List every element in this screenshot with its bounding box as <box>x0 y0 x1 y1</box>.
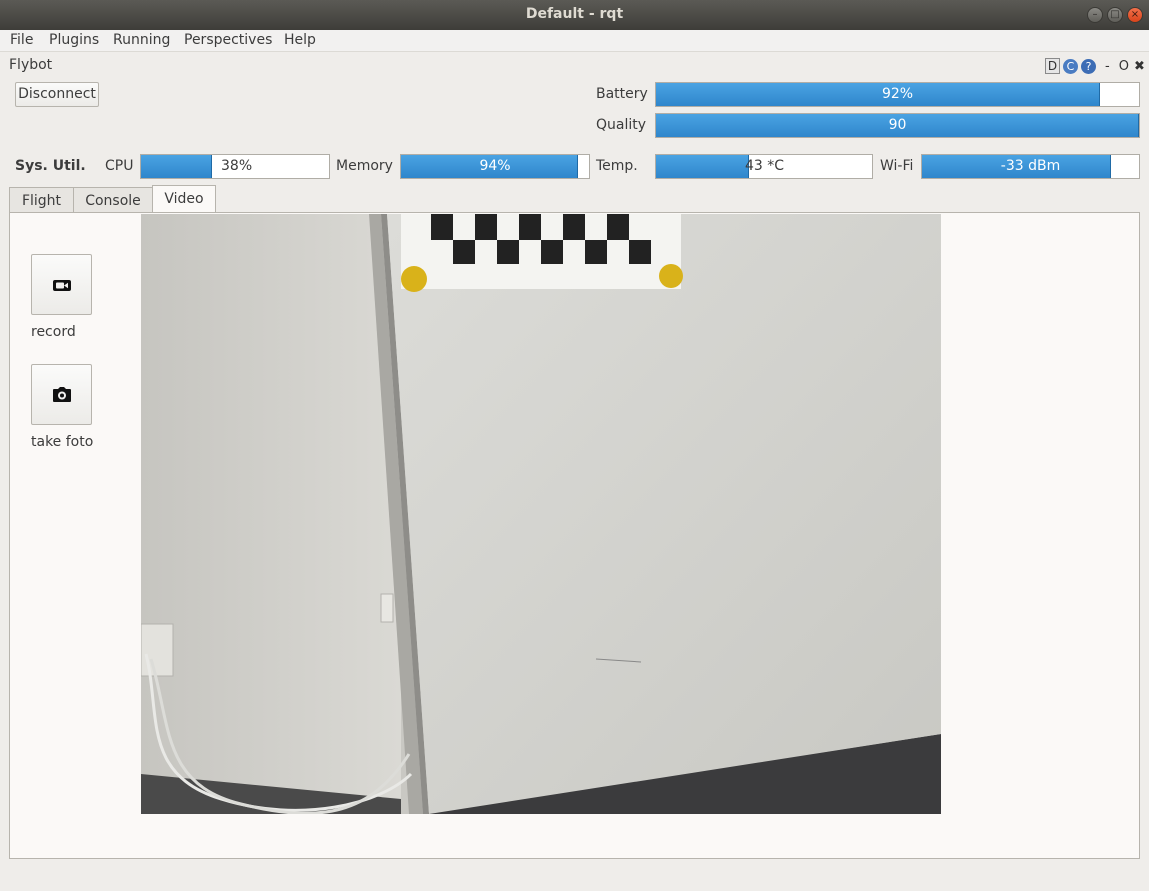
plugin-float-button[interactable]: O <box>1119 59 1129 74</box>
battery-value: 92% <box>881 86 914 102</box>
plugin-title: Flybot <box>9 57 53 73</box>
cpu-value: 38% <box>221 158 253 174</box>
close-window-button[interactable]: × <box>1127 7 1143 23</box>
menu-perspectives[interactable]: Perspectives <box>184 32 272 48</box>
help-icon[interactable]: ? <box>1081 58 1096 74</box>
window-title: Default - rqt <box>525 6 624 22</box>
tab-console[interactable]: Console <box>73 187 153 213</box>
minimize-window-button[interactable]: – <box>1087 7 1103 23</box>
tab-video[interactable]: Video <box>152 185 216 213</box>
record-button[interactable] <box>31 254 92 315</box>
video-feed <box>141 214 941 814</box>
plugin-minimize-button[interactable]: - <box>1105 59 1110 74</box>
maximize-window-button[interactable]: □ <box>1107 7 1123 23</box>
sysutil-heading: Sys. Util. <box>15 158 86 174</box>
wifi-progress: -33 dBm <box>921 154 1140 179</box>
memory-value: 94% <box>479 158 511 174</box>
memory-label: Memory <box>336 158 393 174</box>
disconnect-button[interactable]: Disconnect <box>15 82 99 107</box>
plugin-d-button[interactable]: D <box>1045 58 1060 74</box>
temp-value: 43 *C <box>745 158 785 174</box>
wifi-value: -33 dBm <box>1000 158 1061 174</box>
wifi-label: Wi-Fi <box>880 158 914 174</box>
quality-progress: 90 <box>655 113 1140 138</box>
camera-icon <box>53 387 71 402</box>
camera-frame-image <box>141 214 941 814</box>
memory-progress: 94% <box>400 154 590 179</box>
battery-progress: 92% <box>655 82 1140 107</box>
tab-flight[interactable]: Flight <box>9 187 74 213</box>
reload-icon[interactable]: C <box>1063 58 1078 74</box>
take-photo-button[interactable] <box>31 364 92 425</box>
menu-running[interactable]: Running <box>113 32 170 48</box>
menu-plugins[interactable]: Plugins <box>49 32 99 48</box>
menu-file[interactable]: File <box>10 32 33 48</box>
window-titlebar[interactable]: Default - rqt – □ × <box>0 0 1149 30</box>
cpu-progress: 38% <box>140 154 330 179</box>
take-photo-label: take foto <box>31 434 94 450</box>
plugin-close-icon[interactable]: ✖ <box>1134 59 1145 74</box>
menubar: File Plugins Running Perspectives Help <box>0 30 1149 52</box>
record-label: record <box>31 324 76 340</box>
battery-label: Battery <box>596 86 648 102</box>
video-camera-icon <box>53 280 71 291</box>
temp-label: Temp. <box>596 158 638 174</box>
menu-help[interactable]: Help <box>284 32 316 48</box>
plugin-controls: D C ? - O ✖ <box>1045 57 1145 75</box>
quality-value: 90 <box>888 117 907 133</box>
cpu-label: CPU <box>105 158 134 174</box>
quality-label: Quality <box>596 117 647 133</box>
temp-progress: 43 *C <box>655 154 873 179</box>
